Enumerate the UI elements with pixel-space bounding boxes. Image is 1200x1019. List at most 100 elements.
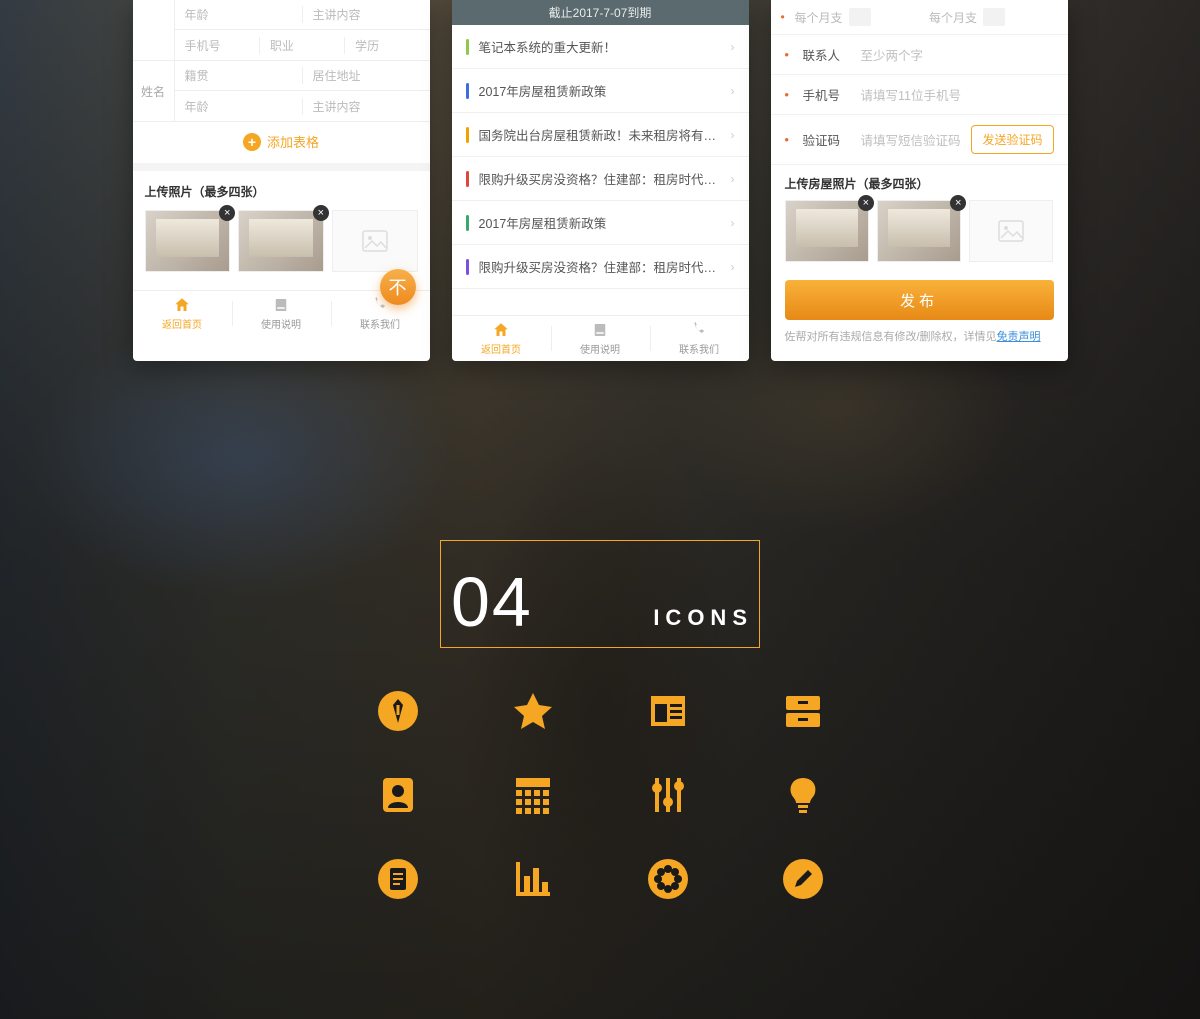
required-mark: •	[785, 88, 793, 102]
news-icon	[600, 690, 735, 732]
book-icon	[591, 321, 609, 339]
color-stripe	[466, 39, 469, 55]
chevron-right-icon: ›	[731, 216, 735, 230]
book-icon	[272, 296, 290, 314]
bulb-icon	[735, 774, 870, 816]
tab-label: 返回首页	[481, 341, 521, 356]
contact-input[interactable]: 至少两个字	[861, 45, 1054, 64]
photo-thumb[interactable]: ×	[877, 200, 961, 262]
phone-icon	[371, 296, 389, 314]
tab-label: 使用说明	[580, 341, 620, 356]
news-item-text: 2017年房屋租赁新政策	[479, 213, 721, 232]
calendar-grid-icon	[465, 774, 600, 816]
cell-age[interactable]: 年龄	[175, 98, 303, 115]
field-code: • 验证码 请填写短信验证码 发送验证码	[771, 115, 1068, 165]
cell-age[interactable]: 年龄	[175, 6, 303, 23]
color-stripe	[466, 259, 469, 275]
tab-label: 返回首页	[162, 316, 202, 331]
tab-label: 联系我们	[679, 341, 719, 356]
news-item[interactable]: 2017年房屋租赁新政策 ›	[452, 201, 749, 245]
phone-preview-2: 截止2017-7-07到期 笔记本系统的重大更新！ › 2017年房屋租赁新政策 › 国…	[452, 0, 749, 361]
contact-card-icon	[330, 774, 465, 816]
tab-contact[interactable]: 联系我们	[331, 291, 430, 336]
cell-job[interactable]: 职业	[260, 37, 345, 54]
chevron-right-icon: ›	[731, 84, 735, 98]
bar-chart-icon	[465, 858, 600, 900]
send-code-button[interactable]: 发送验证码	[971, 125, 1053, 154]
phone-icon	[690, 321, 708, 339]
close-icon[interactable]: ×	[858, 195, 874, 211]
news-item-text: 笔记本系统的重大更新！	[479, 37, 721, 56]
required-mark: •	[785, 133, 793, 147]
phone-previews-row: 年龄主讲内容 手机号职业学历 姓名 籍贯居住地址 年龄主讲内容 + 添加表格 上…	[0, 0, 1200, 361]
chevron-right-icon: ›	[731, 40, 735, 54]
tab-home[interactable]: 返回首页	[133, 291, 232, 336]
sliders-icon	[600, 774, 735, 816]
name-column-label	[133, 0, 175, 60]
news-item[interactable]: 2017年房屋租赁新政策 ›	[452, 69, 749, 113]
image-icon	[998, 220, 1024, 242]
chevron-right-icon: ›	[731, 172, 735, 186]
photo-thumb[interactable]: ×	[238, 210, 324, 272]
disclaimer-text: 佐帮对所有违规信息有修改/删除权，详情见	[785, 331, 997, 343]
add-photo-slot[interactable]	[332, 210, 418, 272]
half-box[interactable]	[983, 8, 1005, 26]
publish-button[interactable]: 发布	[785, 280, 1054, 320]
cell-hometown[interactable]: 籍贯	[175, 67, 303, 84]
field-contact: • 联系人 至少两个字	[771, 35, 1068, 75]
image-icon	[362, 230, 388, 252]
close-icon[interactable]: ×	[950, 195, 966, 211]
color-stripe	[466, 171, 469, 187]
drawer-icon	[735, 690, 870, 732]
section-label: ICONS	[653, 605, 753, 637]
news-item-text: 2017年房屋租赁新政策	[479, 81, 721, 100]
news-list: 笔记本系统的重大更新！ › 2017年房屋租赁新政策 › 国务院出台房屋租赁新政！未来租…	[452, 25, 749, 289]
tab-home[interactable]: 返回首页	[452, 316, 551, 361]
field-mobile: • 手机号 请填写11位手机号	[771, 75, 1068, 115]
tab-bar: 返回首页 使用说明 联系我们	[452, 315, 749, 361]
add-table-label: 添加表格	[267, 132, 319, 151]
cell-content[interactable]: 主讲内容	[303, 98, 430, 115]
cell-content[interactable]: 主讲内容	[303, 6, 430, 23]
flower-icon	[600, 858, 735, 900]
cell-edu[interactable]: 学历	[345, 37, 429, 54]
code-input[interactable]: 请填写短信验证码	[861, 130, 962, 149]
required-mark: •	[785, 48, 793, 62]
color-stripe	[466, 83, 469, 99]
photo-thumb[interactable]: ×	[785, 200, 869, 262]
add-table-button[interactable]: + 添加表格	[133, 122, 430, 163]
edit-icon	[735, 858, 870, 900]
deadline-banner: 截止2017-7-07到期	[452, 0, 749, 25]
news-item[interactable]: 笔记本系统的重大更新！ ›	[452, 25, 749, 69]
name-column-label: 姓名	[133, 61, 175, 121]
suit-icon	[330, 690, 465, 732]
home-icon	[492, 321, 510, 339]
half-box[interactable]	[849, 8, 871, 26]
add-photo-slot[interactable]	[969, 200, 1053, 262]
color-stripe	[466, 127, 469, 143]
cell-mobile[interactable]: 手机号	[175, 37, 260, 54]
photo-thumb[interactable]: ×	[145, 210, 231, 272]
plus-icon: +	[243, 133, 261, 151]
mobile-input[interactable]: 请填写11位手机号	[861, 85, 1054, 104]
cell-address[interactable]: 居住地址	[303, 67, 430, 84]
color-stripe	[466, 215, 469, 231]
icon-grid	[330, 690, 870, 900]
tab-contact[interactable]: 联系我们	[650, 316, 749, 361]
news-item[interactable]: 限购升级买房没资格？住建部：租房时代要来了 ›	[452, 157, 749, 201]
close-icon[interactable]: ×	[313, 205, 329, 221]
tab-bar: 返回首页 使用说明 联系我们	[133, 290, 430, 336]
document-icon	[330, 858, 465, 900]
news-item-text: 限购升级买房没资格？住建部：租房时代要来了	[479, 257, 721, 276]
news-item[interactable]: 国务院出台房屋租赁新政！未来租房将有什么...›	[452, 113, 749, 157]
upload-title: 上传照片（最多四张）	[133, 163, 430, 210]
news-item[interactable]: 限购升级买房没资格？住建部：租房时代要来了›	[452, 245, 749, 289]
close-icon[interactable]: ×	[219, 205, 235, 221]
tab-guide[interactable]: 使用说明	[232, 291, 331, 336]
news-item-text: 限购升级买房没资格？住建部：租房时代要来了	[479, 169, 721, 188]
disclaimer-link[interactable]: 免责声明	[997, 331, 1041, 343]
form-block: 年龄主讲内容 手机号职业学历	[133, 0, 430, 61]
half-row: •每个月支 每个月支	[771, 0, 1068, 35]
half-label: 每个月支	[795, 9, 843, 26]
tab-guide[interactable]: 使用说明	[551, 316, 650, 361]
